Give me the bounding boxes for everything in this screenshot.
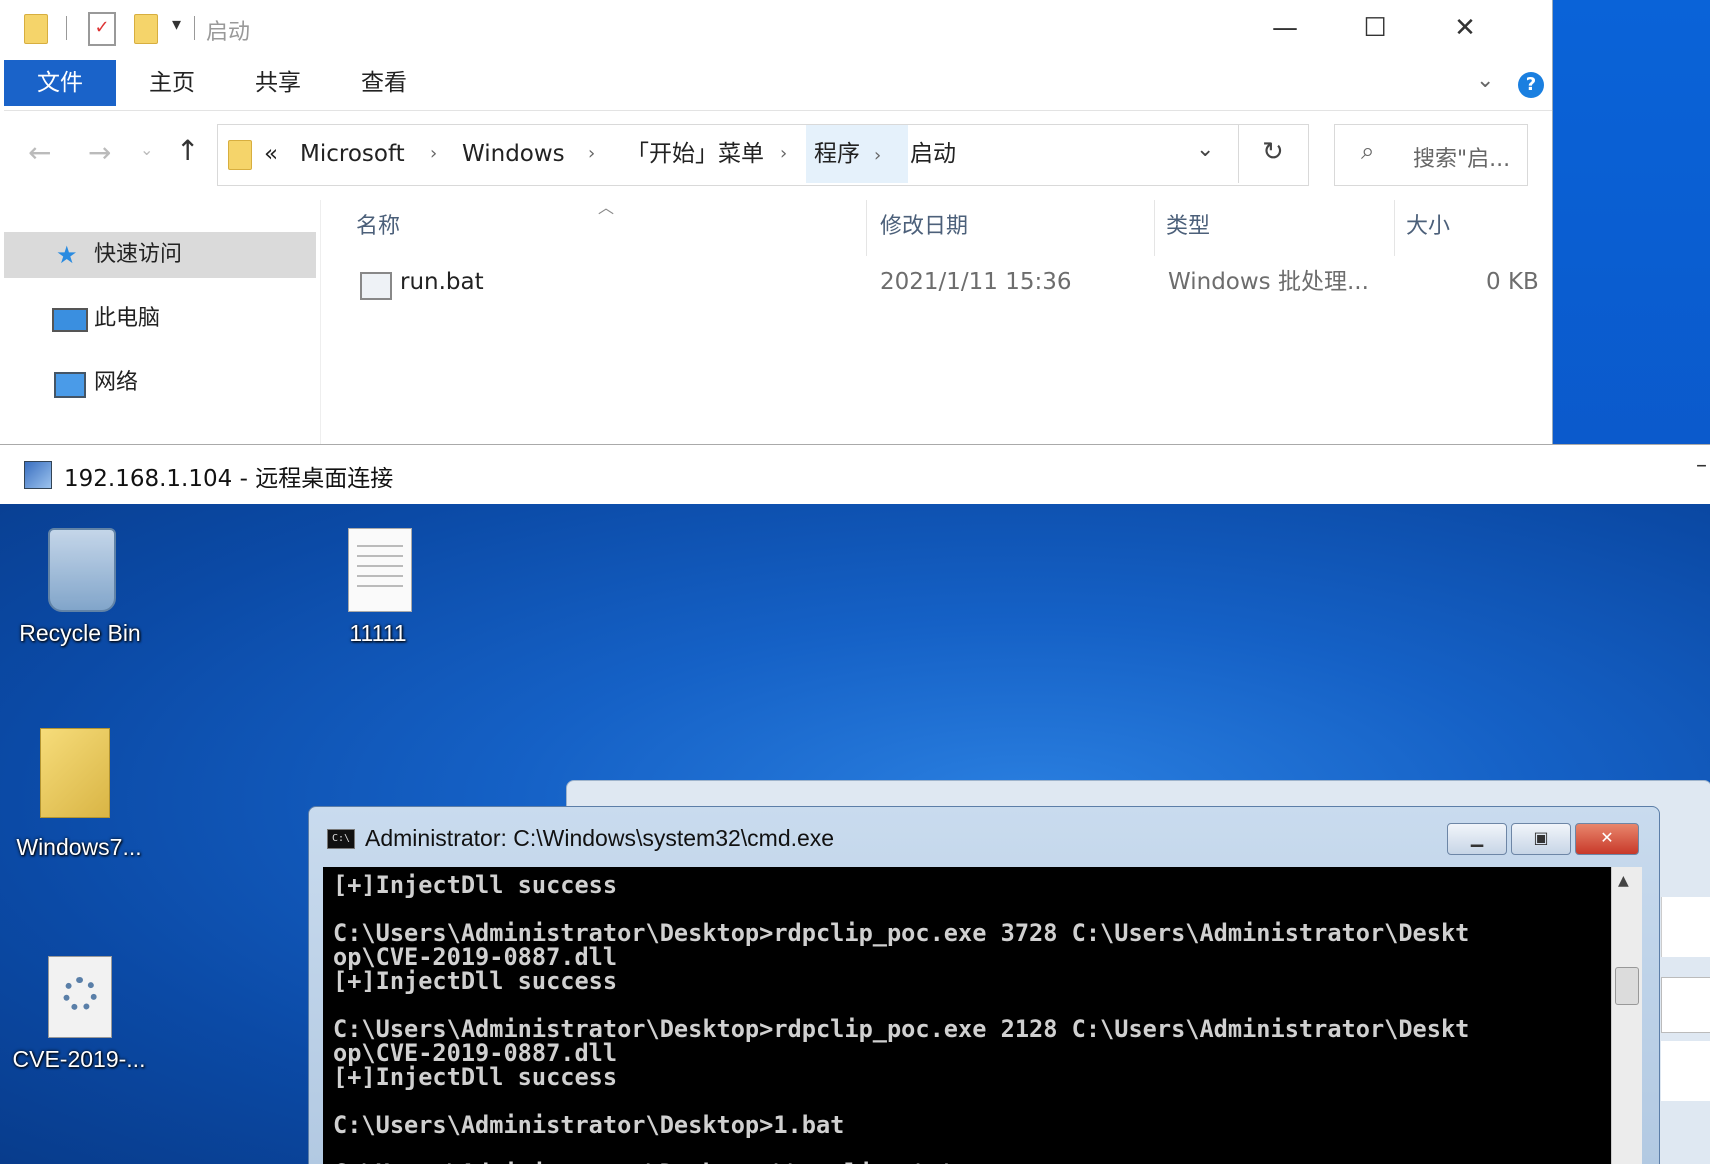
forward-arrow-icon[interactable]: →: [88, 136, 111, 169]
search-input[interactable]: ⌕ 搜索"启...: [1334, 124, 1528, 186]
remote-desktop-area: Recycle Bin 11111 Windows7... CVE-2019-.…: [0, 504, 1710, 1164]
cmd-window[interactable]: C:\ Administrator: C:\Windows\system32\c…: [308, 806, 1660, 1164]
column-header-size[interactable]: 大小: [1406, 206, 1450, 248]
desktop-icon-label: CVE-2019-...: [12, 1046, 146, 1072]
customize-qat-chevron-icon[interactable]: ▾: [172, 14, 181, 35]
search-icon: ⌕: [1361, 137, 1375, 165]
breadcrumb-start-menu[interactable]: 「开始」菜单: [626, 125, 764, 183]
breadcrumb-windows[interactable]: Windows: [462, 125, 565, 183]
window-title: 启动: [206, 20, 251, 45]
refresh-icon[interactable]: ↻: [1262, 137, 1284, 167]
nav-item-label: 快速访问: [94, 242, 183, 267]
column-divider[interactable]: [1154, 200, 1155, 256]
remote-desktop-icon: [24, 461, 52, 489]
quick-access-separator: [66, 16, 67, 40]
file-size: 0 KB: [1486, 269, 1539, 295]
navigation-pane: ★ 快速访问 此电脑 网络: [4, 200, 321, 444]
breadcrumb-startup[interactable]: 启动: [910, 125, 956, 183]
help-icon[interactable]: ?: [1518, 72, 1544, 98]
close-button[interactable]: ✕: [1430, 0, 1500, 58]
new-folder-icon[interactable]: [134, 14, 158, 44]
address-divider: [1238, 125, 1239, 183]
nav-item-quick-access[interactable]: ★ 快速访问: [4, 232, 316, 278]
breadcrumb-chevron-icon[interactable]: ›: [588, 125, 595, 183]
nav-item-this-pc[interactable]: 此电脑: [4, 296, 316, 342]
maximize-button[interactable]: ☐: [1340, 0, 1410, 58]
dll-file-gear-icon[interactable]: [48, 956, 112, 1038]
desktop-icon-label: Windows7...: [16, 834, 142, 860]
recycle-bin-icon: [48, 528, 116, 612]
breadcrumb-chevron-icon[interactable]: ›: [430, 125, 437, 183]
title-separator: [194, 16, 195, 40]
address-folder-icon: [228, 140, 252, 170]
desktop-icon-label: 11111: [349, 620, 407, 646]
expand-ribbon-chevron-icon[interactable]: ⌄: [1476, 68, 1494, 93]
tab-view[interactable]: 查看: [342, 60, 426, 106]
batch-file-icon: [360, 272, 392, 300]
tab-share[interactable]: 共享: [236, 60, 320, 106]
tab-home[interactable]: 主页: [130, 60, 214, 106]
text-lines-icon: [357, 545, 403, 547]
breadcrumb-programs-label: 程序: [814, 141, 860, 167]
breadcrumb-chevron-icon[interactable]: ›: [780, 125, 787, 183]
cmd-icon: C:\: [327, 829, 355, 849]
background-window-panel: [1661, 897, 1710, 957]
desktop-icon-label: Recycle Bin: [19, 620, 141, 646]
breadcrumb-microsoft[interactable]: Microsoft: [300, 125, 405, 183]
nav-item-label: 此电脑: [94, 306, 161, 331]
nav-item-label: 网络: [94, 370, 139, 395]
explorer-titlebar[interactable]: ✓ ▾ 启动 — ☐ ✕: [0, 0, 1552, 58]
cmd-maximize-button[interactable]: ▣: [1511, 823, 1571, 855]
background-window-panel: [1661, 1041, 1710, 1101]
rdp-titlebar[interactable]: 192.168.1.104 - 远程桌面连接 –: [0, 444, 1710, 505]
ribbon-tabs: 文件 主页 共享 查看 ⌄ ?: [4, 60, 1552, 111]
network-icon: [54, 372, 86, 398]
folder-icon: [24, 14, 48, 44]
cmd-close-button[interactable]: ✕: [1575, 823, 1639, 855]
address-dropdown-chevron-icon[interactable]: ⌄: [1196, 137, 1214, 162]
back-arrow-icon[interactable]: ←: [28, 136, 51, 169]
folder-icon[interactable]: [40, 728, 110, 818]
cmd-title: Administrator: C:\Windows\system32\cmd.e…: [365, 825, 835, 851]
file-type: Windows 批处理...: [1168, 269, 1369, 295]
rdp-minimize-button[interactable]: –: [1696, 453, 1707, 478]
recent-locations-chevron-icon[interactable]: ⌄: [140, 140, 153, 159]
nav-item-network[interactable]: 网络: [4, 360, 316, 406]
breadcrumb-chevron-icon: ›: [874, 145, 882, 166]
computer-icon: [52, 308, 88, 332]
gear-icon: [63, 977, 97, 1011]
file-explorer-window: ✓ ▾ 启动 — ☐ ✕ 文件 主页 共享 查看 ⌄ ? ← → ⌄ ↑ « M…: [0, 0, 1553, 444]
console-scrollbar[interactable]: ▲: [1611, 867, 1642, 1164]
table-row[interactable]: run.bat 2021/1/11 15:36 Windows 批处理... 0…: [340, 260, 1540, 312]
breadcrumb-programs[interactable]: 程序 ›: [806, 125, 908, 183]
minimize-button[interactable]: —: [1250, 0, 1320, 58]
file-modified: 2021/1/11 15:36: [880, 269, 1072, 295]
breadcrumb-overflow[interactable]: «: [264, 125, 278, 183]
background-window-button[interactable]: [1661, 977, 1710, 1033]
star-icon: ★: [56, 241, 78, 269]
desktop-icon-recycle-bin[interactable]: [40, 522, 120, 622]
console-output: [+]InjectDll success C:\Users\Administra…: [333, 871, 1470, 1164]
column-divider[interactable]: [866, 200, 867, 256]
column-header-type[interactable]: 类型: [1166, 206, 1210, 248]
column-header-modified[interactable]: 修改日期: [880, 206, 968, 248]
address-bar[interactable]: « Microsoft › Windows › 「开始」菜单 › 程序 › 启动 …: [217, 124, 1309, 186]
scroll-up-arrow-icon[interactable]: ▲: [1618, 873, 1629, 889]
cmd-minimize-button[interactable]: ▁: [1447, 823, 1507, 855]
up-arrow-icon[interactable]: ↑: [176, 134, 199, 167]
file-name: run.bat: [400, 269, 484, 295]
text-file-icon[interactable]: [348, 528, 412, 612]
column-header-name[interactable]: 名称: [356, 206, 400, 248]
sort-ascending-chevron-icon: ︿: [598, 198, 615, 217]
rdp-title: 192.168.1.104 - 远程桌面连接: [64, 466, 394, 492]
properties-icon[interactable]: ✓: [88, 12, 116, 46]
console-output-area[interactable]: [+]InjectDll success C:\Users\Administra…: [323, 867, 1621, 1164]
tab-file[interactable]: 文件: [4, 60, 116, 106]
search-placeholder: 搜索"启...: [1413, 147, 1511, 172]
column-divider[interactable]: [1394, 200, 1395, 256]
scrollbar-thumb[interactable]: [1615, 967, 1639, 1005]
